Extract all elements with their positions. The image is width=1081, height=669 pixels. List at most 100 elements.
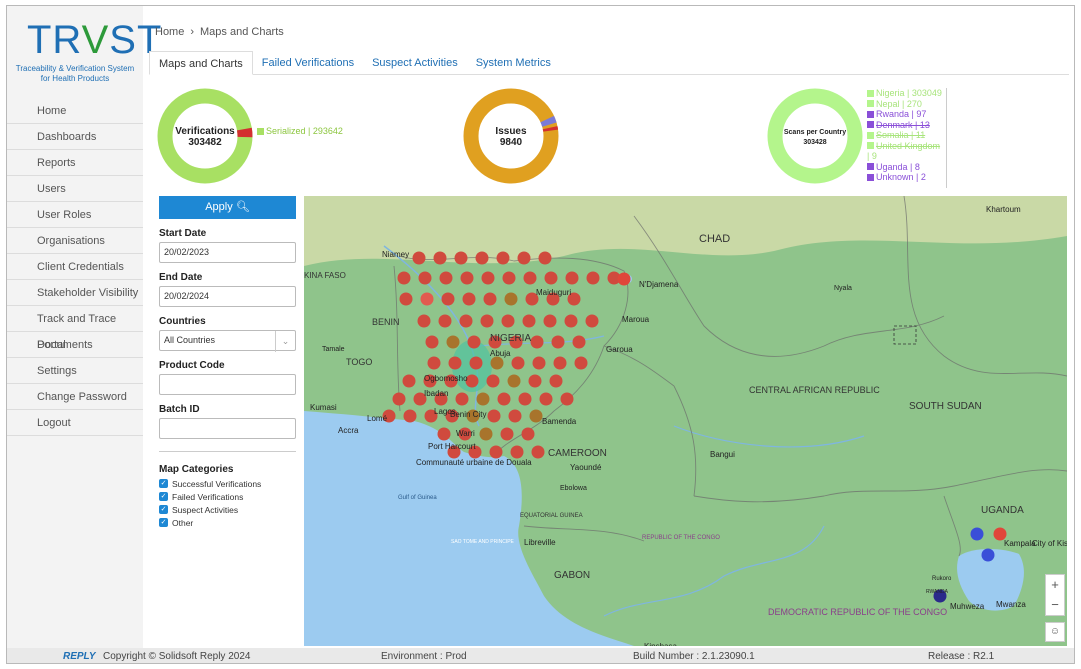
- map-marker[interactable]: [543, 314, 557, 328]
- end-date-input[interactable]: 20/02/2024: [159, 286, 296, 307]
- map-marker[interactable]: [489, 445, 503, 459]
- checkbox-checked-icon[interactable]: ✓: [159, 505, 168, 514]
- map-marker[interactable]: [475, 251, 489, 265]
- map-marker[interactable]: [412, 251, 426, 265]
- map-marker[interactable]: [532, 356, 546, 370]
- tab-suspect-activities[interactable]: Suspect Activities: [363, 51, 467, 74]
- tab-failed-verifications[interactable]: Failed Verifications: [253, 51, 363, 74]
- checkbox-checked-icon[interactable]: ✓: [159, 518, 168, 527]
- category-successful-verifications[interactable]: ✓ Successful Verifications: [159, 478, 298, 489]
- sidebar-item-track-and-trace[interactable]: Track and Trace Portal: [7, 306, 143, 351]
- verifications-donut[interactable]: Verifications 303482: [157, 88, 253, 184]
- sidebar-item-change-password[interactable]: Change Password: [7, 384, 143, 410]
- map-marker[interactable]: [521, 427, 535, 441]
- map-marker[interactable]: [617, 272, 631, 286]
- map-marker[interactable]: [981, 548, 995, 562]
- map-marker[interactable]: [539, 392, 553, 406]
- map-marker[interactable]: [427, 356, 441, 370]
- map-marker[interactable]: [549, 374, 563, 388]
- map-marker[interactable]: [544, 271, 558, 285]
- map-marker[interactable]: [586, 271, 600, 285]
- sidebar-item-settings[interactable]: Settings: [7, 358, 143, 384]
- map-marker[interactable]: [585, 314, 599, 328]
- map-view[interactable]: Khartoum CHAD Niamey KINA FASO N'Djamena Maid…: [304, 196, 1067, 646]
- map-marker[interactable]: [508, 409, 522, 423]
- sidebar-item-stakeholder-visibility[interactable]: Stakeholder Visibility: [7, 280, 143, 306]
- legend-item[interactable]: Nepal | 270: [867, 99, 946, 110]
- map-marker[interactable]: [479, 427, 493, 441]
- legend-item[interactable]: Unknown | 2: [867, 172, 946, 183]
- logo[interactable]: TRVST Traceability & Verification System…: [7, 6, 162, 98]
- breadcrumb-home[interactable]: Home: [155, 26, 184, 38]
- product-code-input[interactable]: [159, 374, 296, 395]
- zoom-in-button[interactable]: +: [1046, 575, 1064, 595]
- map-marker[interactable]: [455, 392, 469, 406]
- map-marker[interactable]: [500, 427, 514, 441]
- map-marker[interactable]: [511, 356, 525, 370]
- countries-select[interactable]: All Countries ⌄: [159, 330, 296, 352]
- map-marker[interactable]: [459, 314, 473, 328]
- map-marker[interactable]: [481, 271, 495, 285]
- map-marker[interactable]: [565, 271, 579, 285]
- scans-legend[interactable]: Nigeria | 303049 Nepal | 270 Rwanda | 97…: [867, 88, 947, 188]
- map-marker[interactable]: [403, 409, 417, 423]
- map-marker[interactable]: [487, 409, 501, 423]
- map-marker[interactable]: [564, 314, 578, 328]
- sidebar-item-organisations[interactable]: Organisations: [7, 228, 143, 254]
- map-marker[interactable]: [397, 271, 411, 285]
- sidebar-item-user-roles[interactable]: User Roles: [7, 202, 143, 228]
- legend-item[interactable]: Somalia | 11: [867, 130, 946, 141]
- map-marker[interactable]: [417, 314, 431, 328]
- checkbox-checked-icon[interactable]: ✓: [159, 479, 168, 488]
- map-marker[interactable]: [437, 427, 451, 441]
- tab-maps-and-charts[interactable]: Maps and Charts: [149, 51, 253, 75]
- map-marker[interactable]: [438, 314, 452, 328]
- map-marker[interactable]: [441, 292, 455, 306]
- map-marker[interactable]: [510, 445, 524, 459]
- map-marker[interactable]: [518, 392, 532, 406]
- map-marker[interactable]: [486, 374, 500, 388]
- legend-item[interactable]: Rwanda | 97: [867, 109, 946, 120]
- map-marker[interactable]: [574, 356, 588, 370]
- sidebar-item-reports[interactable]: Reports: [7, 150, 143, 176]
- map-marker[interactable]: [467, 335, 481, 349]
- map-marker[interactable]: [399, 292, 413, 306]
- category-suspect-activities[interactable]: ✓ Suspect Activities: [159, 504, 298, 515]
- sidebar-item-documents[interactable]: Documents: [7, 332, 143, 358]
- map-marker[interactable]: [531, 445, 545, 459]
- legend-item[interactable]: Denmark | 13: [867, 120, 946, 131]
- legend-item[interactable]: Serialized | 293642: [257, 126, 343, 137]
- map-marker[interactable]: [480, 314, 494, 328]
- sidebar-item-dashboards[interactable]: Dashboards: [7, 124, 143, 150]
- map-marker[interactable]: [460, 271, 474, 285]
- map-marker[interactable]: [538, 251, 552, 265]
- map-marker[interactable]: [392, 392, 406, 406]
- map-marker[interactable]: [522, 314, 536, 328]
- map-marker[interactable]: [501, 314, 515, 328]
- sidebar-item-client-credentials[interactable]: Client Credentials: [7, 254, 143, 280]
- map-marker[interactable]: [551, 335, 565, 349]
- legend-item[interactable]: Uganda | 8: [867, 162, 946, 173]
- map-marker[interactable]: [448, 356, 462, 370]
- sidebar-item-home[interactable]: Home: [7, 98, 143, 124]
- map-marker[interactable]: [507, 374, 521, 388]
- map-marker[interactable]: [560, 392, 574, 406]
- map-marker[interactable]: [572, 335, 586, 349]
- batch-id-input[interactable]: [159, 418, 296, 439]
- map-marker[interactable]: [970, 527, 984, 541]
- map-marker[interactable]: [420, 292, 434, 306]
- category-other[interactable]: ✓ Other: [159, 517, 298, 528]
- map-marker[interactable]: [418, 271, 432, 285]
- map-marker[interactable]: [433, 251, 447, 265]
- map-marker[interactable]: [490, 356, 504, 370]
- category-failed-verifications[interactable]: ✓ Failed Verifications: [159, 491, 298, 502]
- map-marker[interactable]: [439, 271, 453, 285]
- apply-button[interactable]: Apply 🔍︎: [159, 196, 296, 219]
- map-marker[interactable]: [462, 292, 476, 306]
- sidebar-item-logout[interactable]: Logout: [7, 410, 143, 436]
- map-canvas[interactable]: Khartoum CHAD Niamey KINA FASO N'Djamena Maid…: [304, 196, 1067, 646]
- legend-item[interactable]: Nigeria | 303049: [867, 88, 946, 99]
- issues-donut[interactable]: Issues 9840: [463, 88, 559, 184]
- map-marker[interactable]: [529, 409, 543, 423]
- map-marker[interactable]: [504, 292, 518, 306]
